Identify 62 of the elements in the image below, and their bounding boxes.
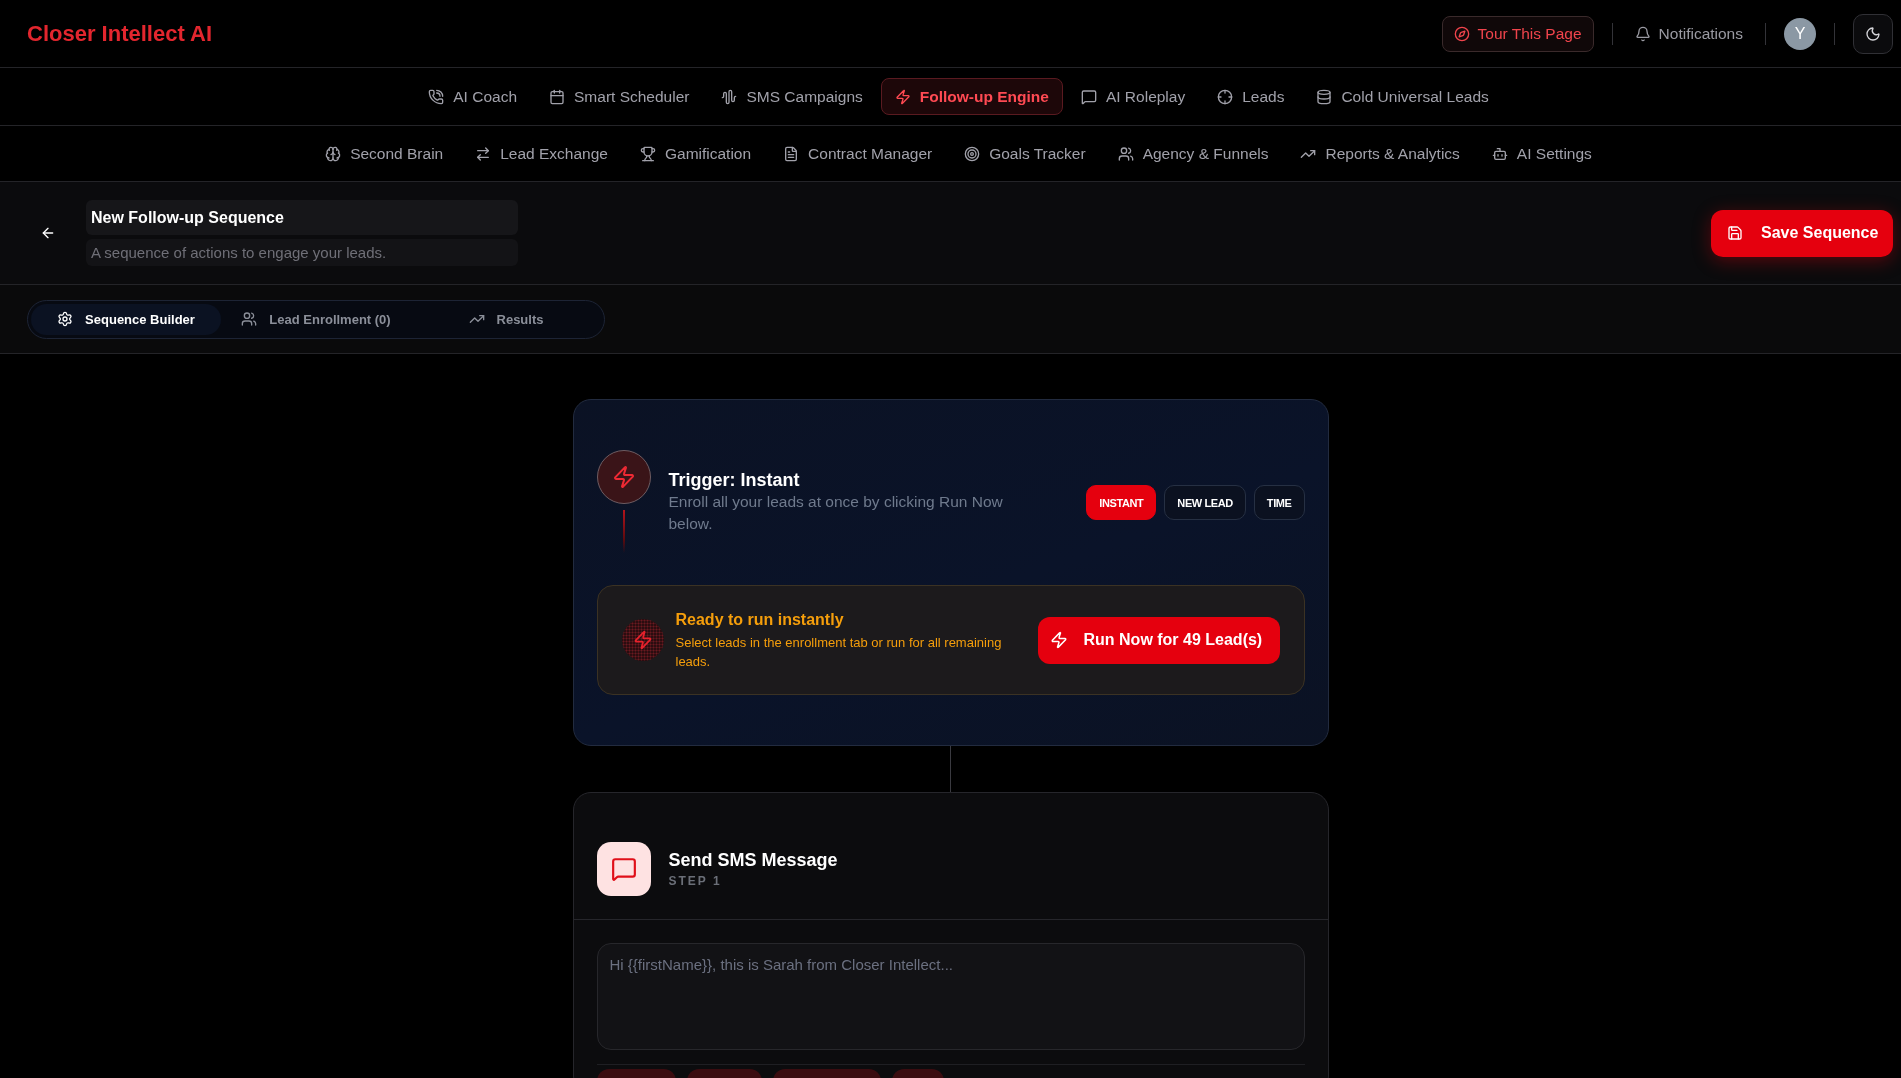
timeline-line bbox=[622, 510, 625, 553]
theme-toggle-button[interactable] bbox=[1853, 13, 1893, 54]
message-field[interactable]: Hi {{firstName}}, this is Sarah from Closer Intellect... bbox=[596, 943, 1305, 1050]
sequence-description-field[interactable]: A sequence of actions to engage your leads. bbox=[86, 239, 518, 266]
nav-link[interactable]: Reports & Analytics bbox=[1286, 135, 1474, 172]
back-arrow-icon bbox=[40, 225, 56, 241]
database-icon bbox=[1316, 88, 1333, 105]
tab[interactable]: Lead Enrollment (0) bbox=[221, 303, 411, 335]
run-now-button[interactable]: Run Now for 49 Lead(s) bbox=[1037, 616, 1280, 664]
tour-button[interactable]: Tour This Page bbox=[1441, 15, 1594, 52]
trigger-title: Trigger: Instant bbox=[668, 469, 801, 491]
step-title: Send SMS Message bbox=[668, 849, 838, 871]
lightning-icon bbox=[1049, 631, 1068, 649]
document-icon bbox=[783, 145, 800, 162]
notifications-button[interactable]: Notifications bbox=[1630, 24, 1747, 43]
people-icon bbox=[241, 311, 258, 327]
save-sequence-button[interactable]: Save Sequence bbox=[1711, 209, 1893, 257]
trigger-option-button[interactable]: INSTANT bbox=[1086, 485, 1157, 520]
nav-link[interactable]: AI Roleplay bbox=[1066, 78, 1200, 115]
settings-icon bbox=[57, 311, 74, 327]
nav-link[interactable]: Contract Manager bbox=[769, 135, 947, 172]
speech-bubble-icon bbox=[1080, 88, 1097, 105]
lightning-icon bbox=[894, 88, 911, 105]
trophy-icon bbox=[639, 145, 656, 162]
sequence-title-field[interactable]: New Follow-up Sequence bbox=[86, 200, 518, 235]
brain-icon bbox=[325, 145, 342, 162]
tab[interactable]: Sequence Builder bbox=[31, 303, 221, 335]
compass-icon bbox=[1453, 25, 1470, 42]
nav-link[interactable]: Follow-up Engine bbox=[880, 78, 1063, 115]
nav-link[interactable]: Goals Tracker bbox=[950, 135, 1100, 172]
nav-link[interactable]: AI Coach bbox=[414, 78, 531, 115]
people-icon bbox=[1117, 145, 1134, 162]
ready-title: Ready to run instantly bbox=[675, 610, 845, 630]
nav-link[interactable]: SMS Campaigns bbox=[707, 78, 877, 115]
moon-icon bbox=[1865, 25, 1881, 42]
nav-link[interactable]: Second Brain bbox=[311, 135, 458, 172]
nav-link[interactable]: AI Settings bbox=[1477, 135, 1606, 172]
phone-icon bbox=[428, 88, 445, 105]
nav-link[interactable]: Agency & Funnels bbox=[1103, 135, 1283, 172]
app-logo[interactable]: Closer Intellect AI bbox=[27, 20, 212, 47]
nav-link[interactable]: Lead Exchange bbox=[461, 135, 622, 172]
lightning-icon bbox=[621, 619, 664, 661]
target-icon bbox=[964, 145, 981, 162]
waveform-icon bbox=[721, 88, 738, 105]
trigger-description: Enroll all your leads at once by clicking Run Now below. bbox=[668, 492, 1004, 534]
connector-line bbox=[950, 746, 951, 792]
nav-link[interactable]: Leads bbox=[1203, 78, 1299, 115]
bell-icon bbox=[1634, 25, 1651, 42]
calendar-icon bbox=[549, 88, 565, 105]
step-number: STEP 1 bbox=[668, 873, 723, 889]
robot-icon bbox=[1491, 145, 1508, 162]
nav-link[interactable]: Cold Universal Leads bbox=[1302, 78, 1503, 115]
trigger-option-button[interactable]: TIME bbox=[1253, 485, 1305, 520]
lightning-icon bbox=[596, 450, 651, 504]
speech-bubble-icon bbox=[596, 842, 651, 896]
ready-description: Select leads in the enrollment tab or run for all remaining leads. bbox=[675, 634, 1003, 671]
nav-link[interactable]: Smart Scheduler bbox=[535, 78, 704, 115]
tab[interactable]: Results bbox=[411, 303, 601, 335]
trigger-option-button[interactable]: NEW LEAD bbox=[1164, 485, 1246, 520]
nav-link[interactable]: Gamification bbox=[625, 135, 766, 172]
swap-arrows-icon bbox=[475, 145, 492, 162]
crosshair-icon bbox=[1217, 88, 1234, 105]
